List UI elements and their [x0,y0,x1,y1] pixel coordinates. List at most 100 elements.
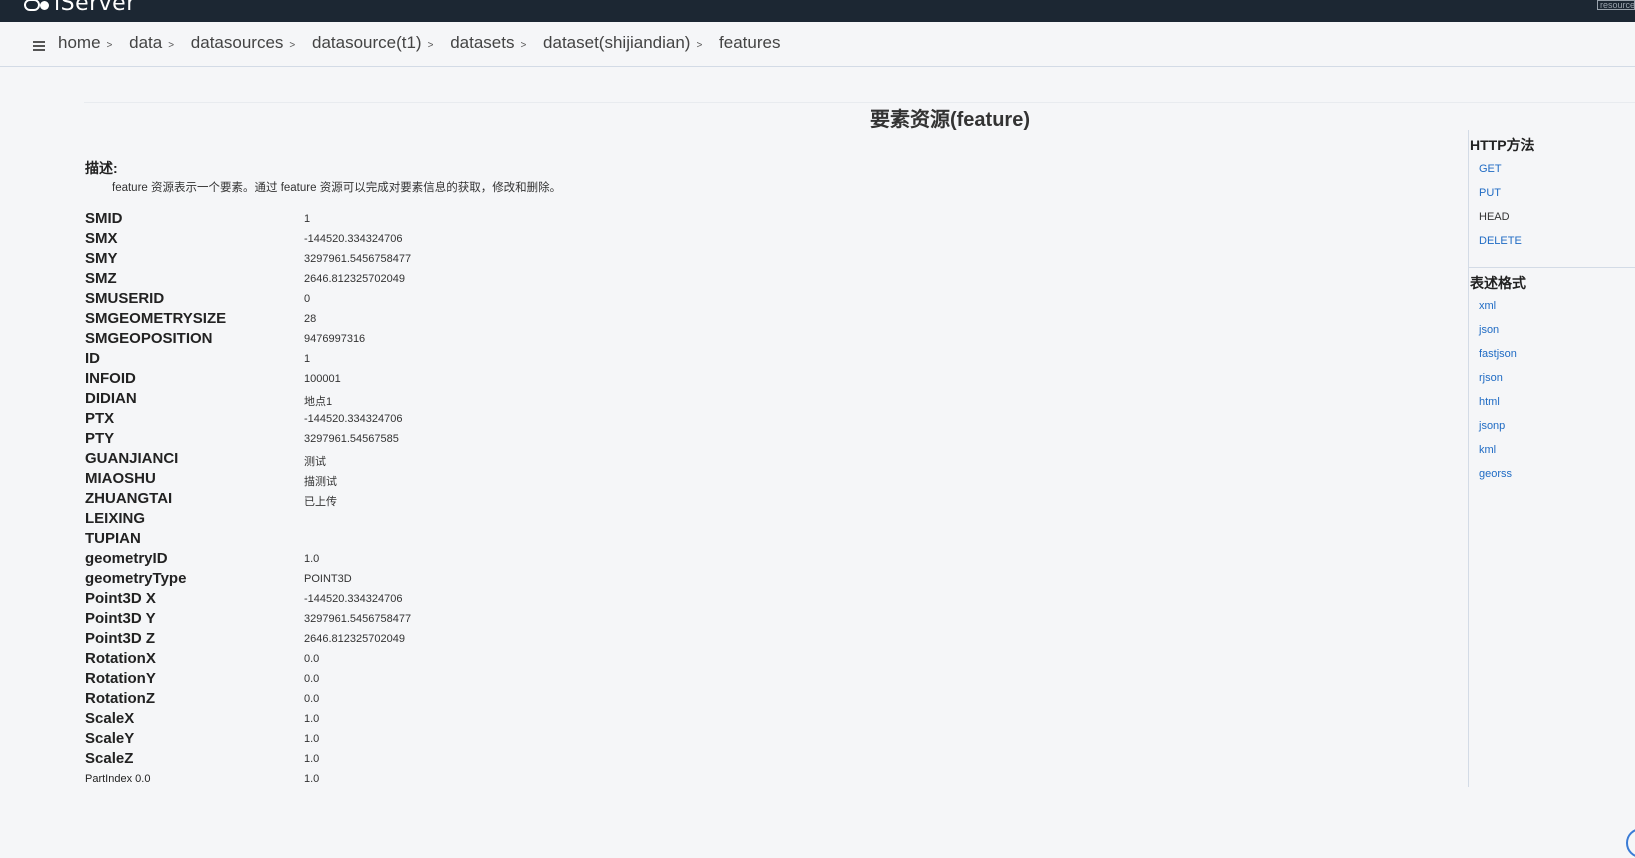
http-method-get-link[interactable]: GET [1479,163,1502,175]
field-value: 0.0 [304,693,320,705]
breadcrumb-item-home[interactable]: home [58,33,101,52]
breadcrumb: home > data > datasources > datasource(t1) >… [58,33,780,53]
field-value: 描测试 [304,476,337,488]
top-bar: iServer resource [0,0,1635,22]
field-key: RotationY [85,670,156,687]
logo-icon [24,0,54,11]
field-key: MIAOSHU [85,470,156,487]
breadcrumb-item-data[interactable]: data [129,33,162,52]
field-key: SMY [85,250,118,267]
field-value: 测试 [304,456,326,468]
http-methods-list: GET PUT HEAD DELETE [1479,161,1522,257]
formats-list: xml json fastjson rjson html jsonp kml georss [1479,298,1517,490]
chevron-right-icon: > [427,40,434,51]
field-key: ScaleX [85,710,135,727]
field-key: geometryID [85,550,168,567]
field-key: SMX [85,230,118,247]
format-xml-link[interactable]: xml [1479,300,1496,312]
field-key: PartIndex 0.0 [85,773,151,785]
list-icon [33,41,45,51]
field-value: 3297961.54567585 [304,433,399,445]
format-item: html [1479,394,1517,418]
field-value: 9476997316 [304,333,366,345]
format-html-link[interactable]: html [1479,396,1500,408]
divider [1469,267,1635,268]
field-value: 1.0 [304,713,320,725]
app-name: iServer [54,0,136,16]
field-key: PTX [85,410,115,427]
format-georss-link[interactable]: georss [1479,468,1512,480]
field-key: ScaleY [85,730,135,747]
http-method-item: DELETE [1479,233,1522,257]
field-value: 2646.812325702049 [304,633,405,645]
field-key: geometryType [85,570,187,587]
breadcrumb-item-features[interactable]: features [719,33,780,52]
http-method-item: GET [1479,161,1522,185]
formats-title: 表述格式 [1470,275,1526,291]
field-key: ID [85,350,100,367]
field-value: -144520.334324706 [304,413,403,425]
field-value: 2646.812325702049 [304,273,405,285]
http-method-delete-link[interactable]: DELETE [1479,235,1522,247]
app-logo[interactable]: iServer [24,0,136,16]
field-key: ScaleZ [85,750,134,767]
field-key: Point3D Y [85,610,156,627]
description-text: feature 资源表示一个要素。通过 feature 资源可以完成对要素信息的… [112,182,562,194]
field-value: 1.0 [304,753,320,765]
field-key: SMGEOPOSITION [85,330,213,347]
format-fastjson-link[interactable]: fastjson [1479,348,1517,360]
chevron-right-icon: > [289,40,296,51]
http-method-put-link[interactable]: PUT [1479,187,1501,199]
field-value: -144520.334324706 [304,233,403,245]
format-rjson-link[interactable]: rjson [1479,372,1503,384]
field-key: SMUSERID [85,290,165,307]
field-key: RotationZ [85,690,155,707]
format-item: kml [1479,442,1517,466]
chevron-right-icon: > [696,40,703,51]
field-value: 0 [304,293,311,305]
field-key: SMGEOMETRYSIZE [85,310,227,327]
field-key: Point3D X [85,590,156,607]
http-method-item: HEAD [1479,211,1510,223]
format-jsonp-link[interactable]: jsonp [1479,420,1505,432]
field-value: 已上传 [304,496,337,508]
field-value: 0.0 [304,673,320,685]
field-value: 1.0 [304,733,320,745]
field-value: 100001 [304,373,341,385]
field-value: -144520.334324706 [304,593,403,605]
help-circle-icon[interactable] [1626,828,1635,858]
breadcrumb-item-datasets[interactable]: datasets [450,33,514,52]
field-key: DIDIAN [85,390,137,407]
field-key: LEIXING [85,510,146,527]
breadcrumb-item-dataset[interactable]: dataset(shijiandian) [543,33,690,52]
breadcrumb-item-datasources[interactable]: datasources [191,33,284,52]
chevron-right-icon: > [168,40,175,51]
field-value: POINT3D [304,573,352,585]
http-method-item: PUT [1479,185,1522,209]
field-value: 3297961.5456758477 [304,613,412,625]
field-value: 3297961.5456758477 [304,253,412,265]
format-item: fastjson [1479,346,1517,370]
format-item: xml [1479,298,1517,322]
field-value: 1 [304,353,311,365]
resource-button[interactable]: resource [1597,0,1635,10]
field-value: 地点1 [304,396,333,408]
field-key: Point3D Z [85,630,155,647]
format-item: jsonp [1479,418,1517,442]
http-methods-title: HTTP方法 [1470,137,1535,153]
field-key: INFOID [85,370,136,387]
field-key: RotationX [85,650,156,667]
field-value: 1.0 [304,773,320,785]
breadcrumb-item-datasource[interactable]: datasource(t1) [312,33,422,52]
field-key: SMID [85,210,123,227]
field-key: PTY [85,430,115,447]
format-item: rjson [1479,370,1517,394]
page-title: 要素资源(feature) [869,109,1030,131]
format-kml-link[interactable]: kml [1479,444,1496,456]
format-json-link[interactable]: json [1479,324,1499,336]
field-value: 28 [304,313,317,325]
field-key: SMZ [85,270,117,287]
chevron-right-icon: > [520,40,527,51]
description-label: 描述: [85,160,118,176]
field-value: 1.0 [304,553,320,565]
